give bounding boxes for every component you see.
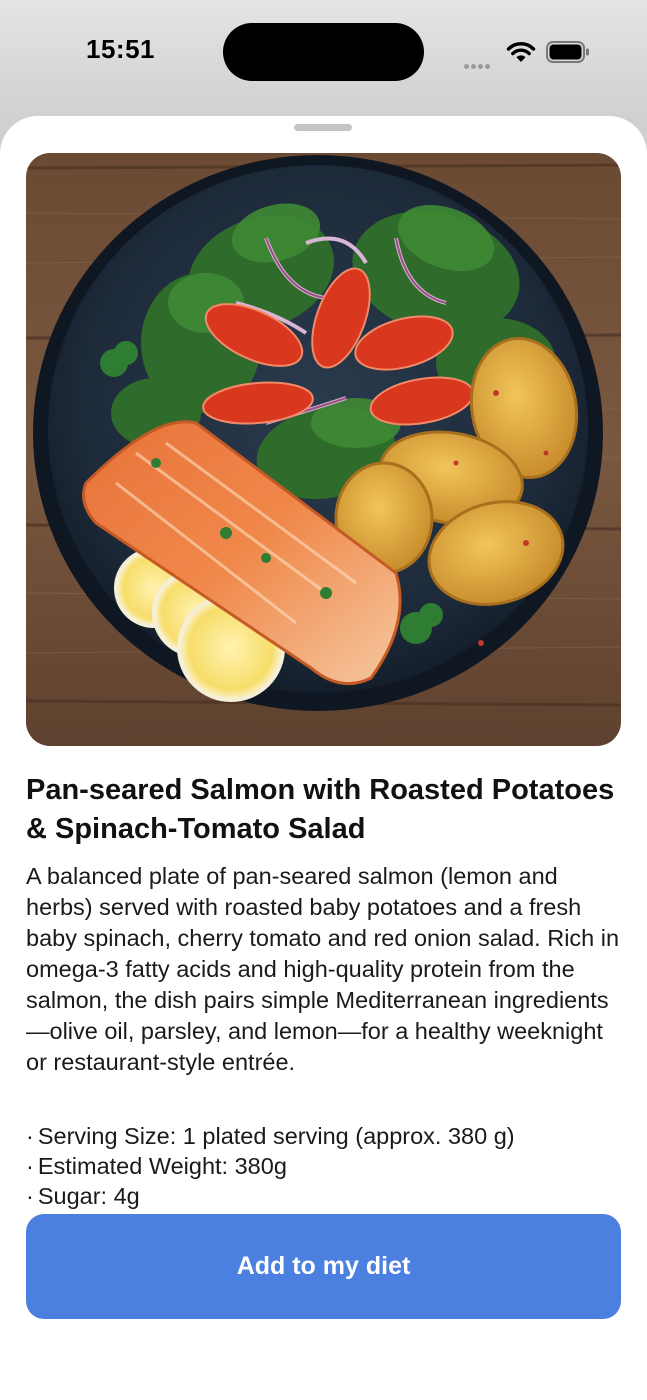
nutrition-facts-list: · Serving Size: 1 plated serving (approx.…: [26, 1121, 624, 1211]
dynamic-island: [223, 23, 424, 81]
add-to-diet-button[interactable]: Add to my diet: [26, 1214, 621, 1319]
sheet-grabber[interactable]: [294, 124, 352, 131]
bullet: ·: [26, 1153, 34, 1179]
fact-sugar: Sugar: 4g: [37, 1183, 140, 1209]
bullet: ·: [26, 1183, 34, 1209]
list-item: · Sugar: 4g: [26, 1181, 624, 1211]
fact-estimated-weight: Estimated Weight: 380g: [37, 1153, 287, 1179]
fact-serving-size: Serving Size: 1 plated serving (approx. …: [37, 1123, 515, 1149]
food-title: Pan-seared Salmon with Roasted Potatoes …: [26, 774, 615, 845]
list-item: · Estimated Weight: 380g: [26, 1151, 624, 1181]
battery-icon: [546, 41, 589, 63]
food-detail-sheet: Pan-seared Salmon with Roasted Potatoes …: [0, 116, 647, 1400]
screen: 15:51 Pan-seared Salmon with Roasted Pot…: [0, 0, 647, 1400]
food-description: A balanced plate of pan-seared salmon (l…: [26, 863, 620, 1075]
cellular-dots-icon: [464, 56, 496, 69]
list-item: · Serving Size: 1 plated serving (approx.…: [26, 1121, 624, 1151]
food-photo: [26, 153, 621, 746]
wifi-icon: [506, 42, 536, 62]
status-time: 15:51: [86, 34, 155, 64]
bullet: ·: [26, 1123, 34, 1149]
status-bar: 15:51: [0, 0, 647, 100]
